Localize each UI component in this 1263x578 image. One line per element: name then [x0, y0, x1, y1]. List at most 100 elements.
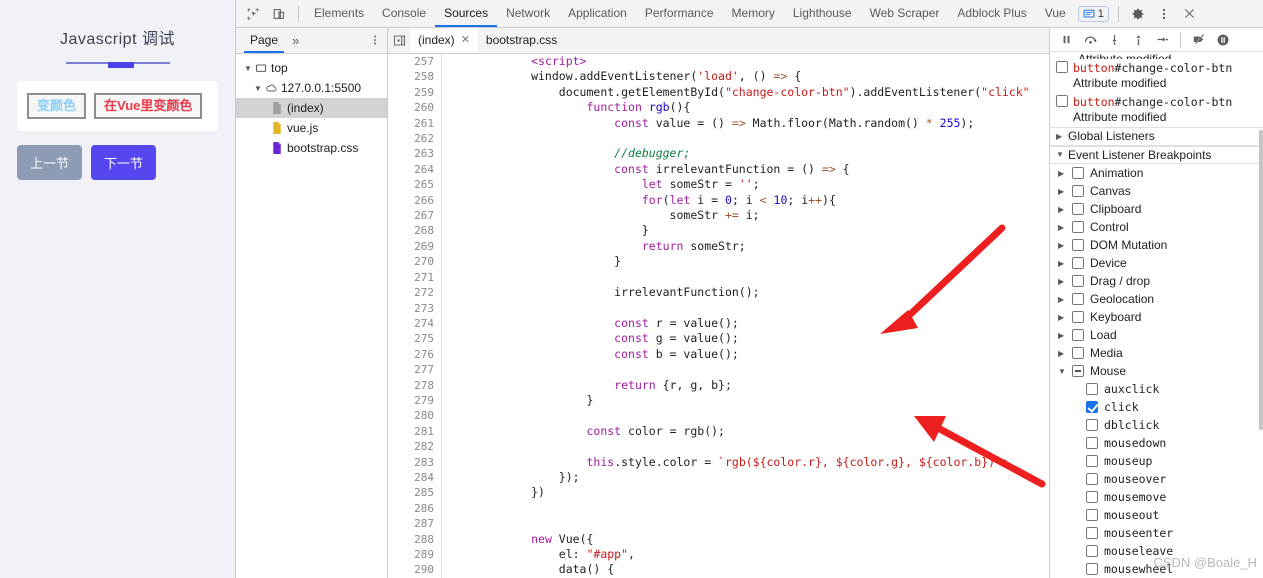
event-category-checkbox[interactable] [1072, 329, 1084, 341]
next-section-button[interactable]: 下一节 [91, 145, 157, 181]
event-category-row[interactable]: ▼ Mouse [1050, 362, 1263, 380]
mouse-event-checkbox[interactable] [1086, 527, 1098, 539]
mouse-event-checkbox[interactable] [1086, 419, 1098, 431]
dom-breakpoint-checkbox[interactable] [1056, 95, 1068, 107]
event-category-row[interactable]: ▶ Canvas [1050, 182, 1263, 200]
event-category-checkbox[interactable] [1072, 275, 1084, 287]
mouse-event-checkbox[interactable] [1086, 509, 1098, 521]
mouse-event-checkbox[interactable] [1086, 473, 1098, 485]
tree-node-origin[interactable]: 127.0.0.1:5500 [236, 78, 387, 98]
pause-on-exceptions-icon[interactable] [1211, 29, 1235, 51]
vue-change-color-button[interactable]: 在Vue里变颜色 [94, 93, 203, 120]
source-code[interactable]: <script> window.addEventListener('load',… [442, 54, 1049, 578]
step-into-icon[interactable] [1102, 29, 1126, 51]
chevron-right-icon[interactable]: ▶ [1056, 132, 1068, 141]
change-color-button[interactable]: 变颜色 [27, 93, 87, 120]
event-category-row[interactable]: ▶ Keyboard [1050, 308, 1263, 326]
event-category-row[interactable]: ▶ Device [1050, 254, 1263, 272]
mouse-event-row[interactable]: auxclick [1050, 380, 1263, 398]
mouse-event-checkbox[interactable] [1086, 455, 1098, 467]
event-category-checkbox[interactable] [1072, 221, 1084, 233]
event-category-checkbox[interactable] [1072, 347, 1084, 359]
chevron-right-icon[interactable]: ▶ [1058, 313, 1072, 322]
chevron-right-icon[interactable]: ▶ [1058, 205, 1072, 214]
device-toolbar-icon[interactable] [266, 2, 292, 26]
mouse-event-row[interactable]: mouseout [1050, 506, 1263, 524]
mouse-event-row[interactable]: mouseup [1050, 452, 1263, 470]
tab-network[interactable]: Network [497, 0, 559, 27]
console-message-badge[interactable]: 1 [1077, 5, 1109, 22]
navigator-more-tabs-icon[interactable]: » [284, 33, 307, 48]
tab-memory[interactable]: Memory [723, 0, 784, 27]
event-category-row[interactable]: ▶ DOM Mutation [1050, 236, 1263, 254]
tree-node-bootstrapcss[interactable]: bootstrap.css [236, 138, 387, 158]
mouse-event-row[interactable]: mousemove [1050, 488, 1263, 506]
tab-sources[interactable]: Sources [435, 0, 498, 27]
chevron-right-icon[interactable]: ▶ [1058, 169, 1072, 178]
close-icon[interactable] [1177, 2, 1203, 26]
editor-tab-index[interactable]: (index) ✕ [410, 28, 478, 53]
mouse-event-row[interactable]: dblclick [1050, 416, 1263, 434]
event-category-checkbox[interactable] [1072, 203, 1084, 215]
more-vertical-icon[interactable] [1151, 2, 1177, 26]
tree-node-vuejs[interactable]: vue.js [236, 118, 387, 138]
event-category-checkbox[interactable] [1072, 365, 1084, 377]
mouse-event-row[interactable]: mouseleave [1050, 542, 1263, 560]
chevron-right-icon[interactable]: ▶ [1058, 259, 1072, 268]
mouse-event-row[interactable]: mousedown [1050, 434, 1263, 452]
step-out-icon[interactable] [1126, 29, 1150, 51]
step-over-icon[interactable] [1078, 29, 1102, 51]
tree-node-top[interactable]: top [236, 58, 387, 78]
mouse-event-row[interactable]: click [1050, 398, 1263, 416]
mouse-event-row[interactable]: mouseenter [1050, 524, 1263, 542]
show-navigator-icon[interactable] [388, 29, 410, 53]
event-category-checkbox[interactable] [1072, 167, 1084, 179]
step-icon[interactable] [1150, 29, 1174, 51]
event-category-row[interactable]: ▶ Media [1050, 344, 1263, 362]
event-category-row[interactable]: ▶ Drag / drop [1050, 272, 1263, 290]
chevron-right-icon[interactable]: ▶ [1058, 277, 1072, 286]
mouse-event-checkbox[interactable] [1086, 563, 1098, 575]
chevron-down-icon[interactable] [242, 64, 254, 73]
chevron-right-icon[interactable]: ▶ [1058, 331, 1072, 340]
mouse-event-checkbox[interactable] [1086, 545, 1098, 557]
section-event-listener-breakpoints[interactable]: ▼ Event Listener Breakpoints [1050, 145, 1263, 164]
event-category-checkbox[interactable] [1072, 311, 1084, 323]
tab-application[interactable]: Application [559, 0, 636, 27]
mouse-event-row[interactable]: mouseover [1050, 470, 1263, 488]
deactivate-breakpoints-icon[interactable] [1187, 29, 1211, 51]
event-category-row[interactable]: ▶ Geolocation [1050, 290, 1263, 308]
chevron-down-icon[interactable] [252, 84, 264, 93]
chevron-right-icon[interactable]: ▶ [1058, 295, 1072, 304]
event-category-row[interactable]: ▶ Control [1050, 218, 1263, 236]
chevron-right-icon[interactable]: ▶ [1058, 349, 1072, 358]
section-global-listeners[interactable]: ▶ Global Listeners [1050, 127, 1263, 146]
mouse-event-checkbox[interactable] [1086, 383, 1098, 395]
prev-section-button[interactable]: 上一节 [17, 145, 83, 181]
tab-adblock-plus[interactable]: Adblock Plus [948, 0, 1035, 27]
tab-lighthouse[interactable]: Lighthouse [784, 0, 861, 27]
inspect-element-icon[interactable] [240, 2, 266, 26]
event-category-checkbox[interactable] [1072, 185, 1084, 197]
chevron-down-icon[interactable]: ▼ [1058, 367, 1072, 376]
tab-performance[interactable]: Performance [636, 0, 723, 27]
dom-breakpoint-row[interactable]: button#change-color-btn Attribute modifi… [1050, 59, 1263, 93]
settings-gear-icon[interactable] [1125, 2, 1151, 26]
tree-node-index[interactable]: (index) [236, 98, 387, 118]
event-category-row[interactable]: ▶ Clipboard [1050, 200, 1263, 218]
tab-web-scraper[interactable]: Web Scraper [861, 0, 949, 27]
editor-tab-bootstrapcss[interactable]: bootstrap.css [478, 28, 565, 53]
close-icon[interactable]: ✕ [461, 28, 470, 53]
chevron-right-icon[interactable]: ▶ [1058, 241, 1072, 250]
pause-resume-icon[interactable] [1054, 29, 1078, 51]
navigator-more-options-icon[interactable] [369, 33, 381, 49]
event-category-row[interactable]: ▶ Animation [1050, 164, 1263, 182]
dom-breakpoint-row[interactable]: button#change-color-btn Attribute modifi… [1050, 93, 1263, 127]
mouse-event-checkbox[interactable] [1086, 491, 1098, 503]
dom-breakpoint-checkbox[interactable] [1056, 61, 1068, 73]
chevron-down-icon[interactable]: ▼ [1056, 150, 1068, 159]
navigator-tab-page[interactable]: Page [244, 28, 285, 53]
mouse-event-row[interactable]: mousewheel [1050, 560, 1263, 578]
mouse-event-checkbox[interactable] [1086, 437, 1098, 449]
mouse-event-checkbox[interactable] [1086, 401, 1098, 413]
